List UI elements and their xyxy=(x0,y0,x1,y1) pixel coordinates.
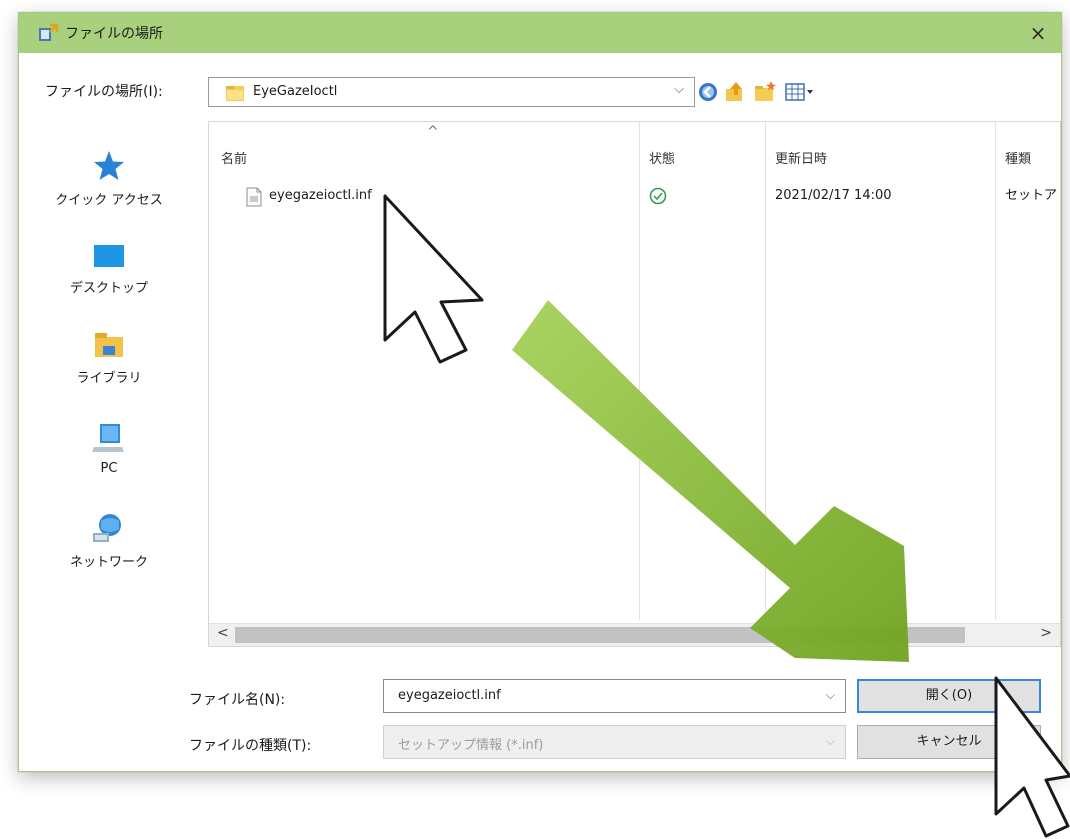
filetype-value: セットアップ情報 (*.inf) xyxy=(398,738,544,753)
horizontal-scrollbar[interactable]: < > xyxy=(209,623,1060,646)
lookin-label: ファイルの場所(I): xyxy=(45,84,163,100)
library-icon xyxy=(95,333,123,357)
scroll-thumb[interactable] xyxy=(235,627,965,643)
chevron-down-icon: ⌵ xyxy=(825,734,835,748)
sort-ascending-icon: ^ xyxy=(427,124,439,140)
cancel-button[interactable]: キャンセル xyxy=(857,725,1041,759)
chevron-down-icon[interactable]: ⌵ xyxy=(826,688,835,703)
place-label: クイック アクセス xyxy=(55,193,163,208)
close-button[interactable]: × xyxy=(1025,21,1051,45)
column-header-modified[interactable]: 更新日時 xyxy=(775,148,827,167)
place-network[interactable]: ネットワーク xyxy=(29,511,189,570)
place-label: ネットワーク xyxy=(69,555,148,570)
view-menu-icon[interactable] xyxy=(783,79,817,105)
pc-icon xyxy=(92,424,124,452)
network-icon xyxy=(93,514,121,542)
check-circle-icon xyxy=(649,187,667,205)
filetype-label: ファイルの種類(T): xyxy=(189,738,312,754)
file-list[interactable]: ^ 名前 状態 更新日時 種類 eyegazeioctl.inf 2021/02… xyxy=(208,121,1061,647)
table-row[interactable]: eyegazeioctl.inf 2021/02/17 14:00 セットア xyxy=(209,184,1060,208)
folder-icon xyxy=(226,86,244,101)
type-cell: セットア xyxy=(1005,188,1058,203)
lookin-dropdown[interactable]: EyeGazeIoctl ⌵ xyxy=(208,77,695,107)
filename-input[interactable]: eyegazeioctl.inf ⌵ xyxy=(383,679,846,713)
filename-label: ファイル名(N): xyxy=(189,692,286,708)
filetype-dropdown[interactable]: セットアップ情報 (*.inf) ⌵ xyxy=(383,725,846,759)
open-button[interactable]: 開く(O) xyxy=(857,679,1041,713)
scroll-right-icon[interactable]: > xyxy=(1040,625,1052,641)
app-icon xyxy=(39,23,59,41)
modified-cell: 2021/02/17 14:00 xyxy=(775,188,892,203)
file-name-cell: eyegazeioctl.inf xyxy=(269,188,372,203)
filename-value: eyegazeioctl.inf xyxy=(398,688,501,703)
place-pc[interactable]: PC xyxy=(29,421,189,476)
up-folder-icon[interactable] xyxy=(722,79,748,105)
window-title: ファイルの場所 xyxy=(65,26,163,42)
desktop-icon xyxy=(94,245,124,267)
place-label: ライブラリ xyxy=(76,371,142,386)
file-icon xyxy=(246,187,262,207)
places-bar: クイック アクセス デスクトップ ライブラリ PC ネットワーク xyxy=(29,121,189,721)
place-label: デスクトップ xyxy=(69,281,148,296)
column-header-status[interactable]: 状態 xyxy=(649,148,675,167)
column-header-name[interactable]: 名前 xyxy=(221,148,247,167)
chevron-down-icon: ⌵ xyxy=(674,82,684,97)
place-desktop[interactable]: デスクトップ xyxy=(29,241,189,296)
scroll-left-icon[interactable]: < xyxy=(217,625,229,641)
place-quick-access[interactable]: クイック アクセス xyxy=(29,149,189,208)
star-icon xyxy=(94,151,124,180)
place-library[interactable]: ライブラリ xyxy=(29,327,189,386)
lookin-value: EyeGazeIoctl xyxy=(253,84,338,99)
place-label: PC xyxy=(100,461,118,476)
back-icon[interactable] xyxy=(695,79,721,105)
new-folder-icon[interactable] xyxy=(752,79,778,105)
file-open-dialog: ファイルの場所 × ファイルの場所(I): EyeGazeIoctl ⌵ クイッ… xyxy=(18,12,1062,772)
column-header-type[interactable]: 種類 xyxy=(1005,148,1031,167)
title-bar: ファイルの場所 × xyxy=(19,13,1061,53)
